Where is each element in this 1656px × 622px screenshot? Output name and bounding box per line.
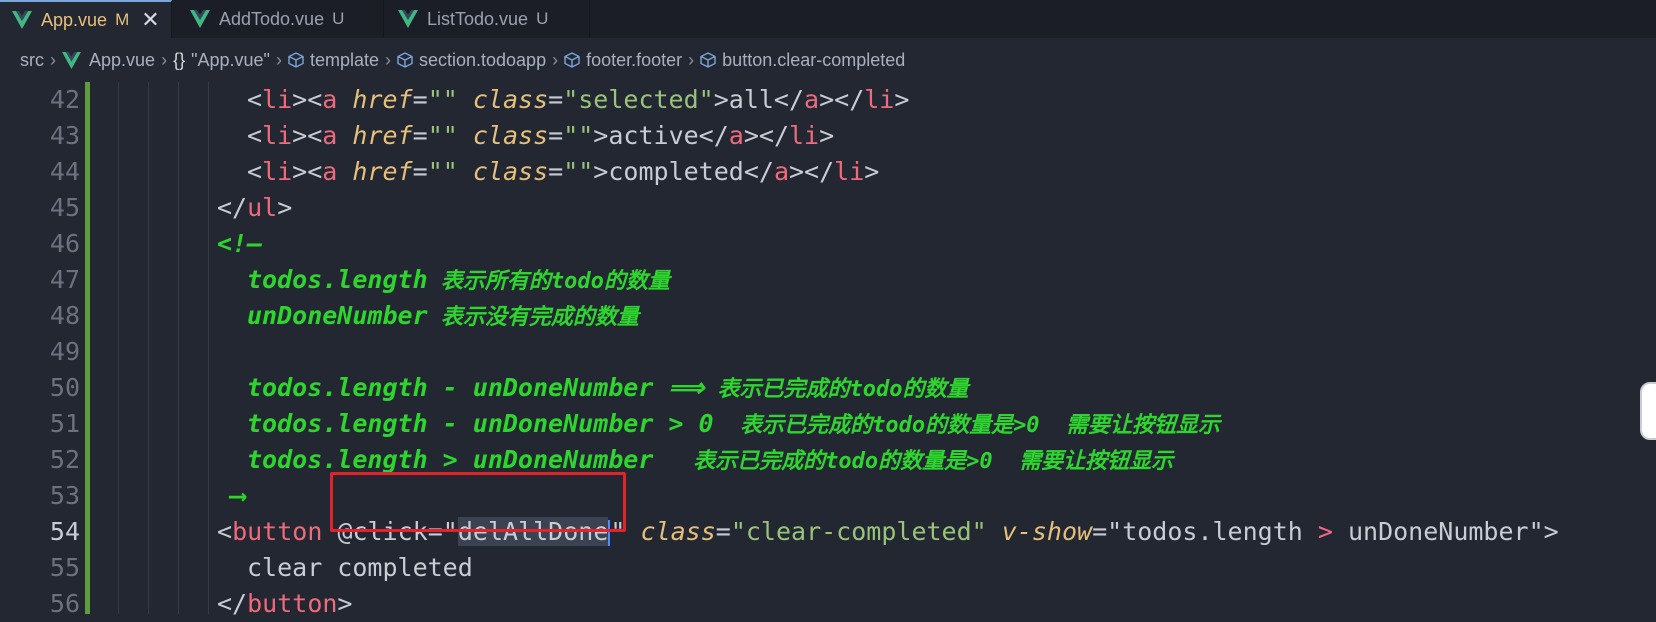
code-line: 42 <li><a href="" class="selected">all</… — [0, 82, 1656, 118]
breadcrumb-script-label: "App.vue" — [191, 49, 270, 70]
line-number: 46 — [49, 229, 80, 258]
breadcrumb-template-label: template — [309, 49, 379, 70]
code-line: 47 todos.length 表示所有的todo的数量 — [0, 262, 1656, 298]
code-line: 56 </button> — [0, 586, 1656, 622]
code-line: 46 <!— — [0, 226, 1656, 262]
vue-icon — [62, 51, 81, 69]
code-text: <li><a href="" class="">completed</a></l… — [247, 157, 880, 186]
chevron-right-icon: › — [552, 49, 559, 70]
line-number: 51 — [49, 409, 80, 438]
cube-icon — [700, 52, 716, 68]
line-number: 52 — [49, 445, 80, 474]
code-line: 53 ⟶ — [0, 478, 1656, 514]
code-text: clear completed — [247, 553, 473, 582]
minimap-scroll-handle[interactable] — [1640, 382, 1656, 440]
code-line: 55 clear completed — [0, 550, 1656, 586]
breadcrumb-file[interactable]: App.vue — [62, 50, 155, 71]
breadcrumb-section[interactable]: section.todoapp — [397, 50, 546, 71]
comment-close: ⟶ — [230, 481, 246, 510]
code-line: 52 todos.length > unDoneNumber 表示已完成的tod… — [0, 442, 1656, 478]
breadcrumb: src › App.vue › {} "App.vue" › template … — [0, 38, 1656, 82]
code-line: 45 </ul> — [0, 190, 1656, 226]
line-number: 47 — [49, 265, 80, 294]
code-line-current: 54 <button @click="delAllDone" class="cl… — [0, 514, 1656, 550]
chevron-right-icon: › — [50, 49, 56, 70]
chevron-right-icon: › — [275, 49, 282, 70]
code-line: 48 unDoneNumber 表示没有完成的数量 — [0, 298, 1656, 334]
code-line: 50 todos.length - unDoneNumber ⟹ 表示已完成的t… — [0, 370, 1656, 406]
cube-icon — [397, 52, 413, 68]
chevron-right-icon: › — [161, 49, 168, 70]
tab-bar: App.vue M ✕ AddTodo.vue U ListTodo.vue U — [0, 0, 1656, 38]
line-number: 50 — [49, 373, 80, 402]
close-icon[interactable]: ✕ — [141, 9, 159, 31]
git-status-badge: M — [115, 10, 130, 29]
code-text: <li><a href="" class="selected">all</a><… — [247, 85, 910, 114]
line-number: 56 — [49, 589, 80, 618]
comment-text: todos.length - unDoneNumber > 0 表示已完成的to… — [247, 409, 1221, 438]
breadcrumb-script[interactable]: {} "App.vue" — [173, 50, 270, 71]
code-editor[interactable]: 42 <li><a href="" class="selected">all</… — [0, 82, 1656, 618]
line-number: 53 — [49, 481, 80, 510]
comment-open: <!— — [217, 229, 263, 258]
cube-icon — [288, 52, 304, 68]
code-text: </button> — [217, 589, 353, 618]
breadcrumb-file-label: App.vue — [89, 49, 156, 70]
tab-addtodo-vue[interactable]: AddTodo.vue U — [172, 0, 384, 38]
code-line: 43 <li><a href="" class="">active</a></l… — [0, 118, 1656, 154]
comment-text: todos.length - unDoneNumber ⟹ 表示已完成的todo… — [247, 373, 969, 402]
tab-listtodo-vue[interactable]: ListTodo.vue U — [384, 0, 590, 38]
line-number: 48 — [49, 301, 80, 330]
cube-icon — [564, 52, 580, 68]
line-number: 44 — [49, 157, 80, 186]
code-text: <li><a href="" class="">active</a></li> — [247, 121, 835, 150]
code-line: 44 <li><a href="" class="">completed</a>… — [0, 154, 1656, 190]
line-number: 45 — [49, 193, 80, 222]
comment-text: todos.length 表示所有的todo的数量 — [247, 265, 670, 294]
comment-text: unDoneNumber 表示没有完成的数量 — [247, 301, 639, 330]
breadcrumb-footer[interactable]: footer.footer — [564, 50, 682, 71]
vue-icon — [12, 11, 32, 29]
breadcrumb-button[interactable]: button.clear-completed — [700, 50, 905, 71]
vue-icon — [190, 10, 210, 28]
line-number: 42 — [49, 85, 80, 114]
tab-app-vue[interactable]: App.vue M ✕ — [0, 0, 172, 38]
breadcrumb-button-label: button.clear-completed — [722, 49, 906, 70]
tab-label: ListTodo.vue — [427, 8, 529, 29]
line-number: 49 — [49, 337, 80, 366]
breadcrumb-section-label: section.todoapp — [418, 49, 547, 70]
chevron-right-icon: › — [688, 49, 695, 70]
chevron-right-icon: › — [384, 49, 391, 70]
git-status-badge: U — [332, 9, 345, 28]
line-number: 55 — [49, 553, 80, 582]
line-number: 54 — [49, 517, 80, 546]
code-text: </ul> — [217, 193, 293, 222]
highlight-annotation-box — [330, 472, 626, 532]
vue-icon — [398, 10, 418, 28]
breadcrumb-template[interactable]: template — [288, 50, 379, 71]
code-line: 49 — [0, 334, 1656, 370]
tab-label: AddTodo.vue — [219, 8, 325, 29]
breadcrumb-footer-label: footer.footer — [586, 49, 683, 70]
code-line: 51 todos.length - unDoneNumber > 0 表示已完成… — [0, 406, 1656, 442]
braces-icon: {} — [173, 49, 186, 70]
breadcrumb-src[interactable]: src — [20, 50, 44, 71]
tab-label: App.vue — [41, 9, 108, 30]
line-number: 43 — [49, 121, 80, 150]
git-status-badge: U — [536, 9, 549, 28]
